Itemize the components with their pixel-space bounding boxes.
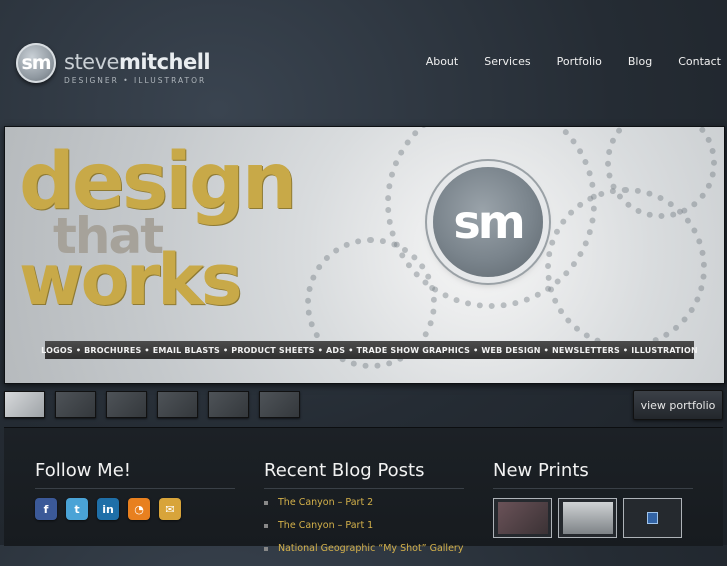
print-thumbnail[interactable]	[623, 498, 682, 538]
services-strip: LOGOS • BROCHURES • EMAIL BLASTS • PRODU…	[41, 341, 698, 359]
slider-thumb-4[interactable]	[157, 391, 198, 418]
facebook-icon[interactable]: f	[35, 498, 57, 520]
print-thumbnail[interactable]	[493, 498, 552, 538]
print-image	[497, 502, 548, 534]
slider-thumbnails	[4, 391, 310, 418]
bullet-icon	[264, 546, 268, 551]
hero-word-works: works	[19, 239, 242, 321]
logo-name[interactable]: stevemitchell	[64, 50, 211, 74]
footer-widgets: Follow Me! f t in ◔ ✉ Recent Blog Posts …	[4, 427, 723, 554]
hero-banner[interactable]: design that works sm LOGOS • BROCHURES •…	[4, 126, 725, 384]
post-link[interactable]: The Canyon – Part 1	[278, 520, 373, 531]
logo-tagline: DESIGNER • ILLUSTRATOR	[64, 76, 207, 85]
print-image	[562, 502, 613, 534]
prints-section: New Prints	[493, 460, 693, 538]
follow-section: Follow Me! f t in ◔ ✉	[35, 460, 235, 520]
social-icons: f t in ◔ ✉	[35, 498, 235, 520]
slider-thumb-2[interactable]	[55, 391, 96, 418]
blog-title: Recent Blog Posts	[264, 460, 464, 489]
prints-gallery	[493, 498, 693, 538]
logo-name-bold: mitchell	[118, 50, 211, 74]
slider-thumb-6[interactable]	[259, 391, 300, 418]
main-nav: About Services Portfolio Blog Contact	[400, 55, 721, 68]
prints-title: New Prints	[493, 460, 693, 489]
nav-portfolio[interactable]: Portfolio	[557, 55, 602, 68]
image-placeholder-icon	[647, 512, 658, 524]
follow-title: Follow Me!	[35, 460, 235, 489]
logo-mark[interactable]: sm	[16, 43, 56, 83]
blog-post-list: The Canyon – Part 2 The Canyon – Part 1 …	[264, 497, 464, 554]
logo-name-light: steve	[64, 50, 119, 74]
post-link[interactable]: The Canyon – Part 2	[278, 497, 373, 508]
linkedin-icon[interactable]: in	[97, 498, 119, 520]
twitter-icon[interactable]: t	[66, 498, 88, 520]
rss-icon[interactable]: ◔	[128, 498, 150, 520]
email-icon[interactable]: ✉	[159, 498, 181, 520]
nav-blog[interactable]: Blog	[628, 55, 652, 68]
hero-logo-badge: sm	[433, 167, 543, 277]
list-item[interactable]: The Canyon – Part 2	[264, 497, 464, 508]
bullet-icon	[264, 500, 268, 505]
nav-services[interactable]: Services	[484, 55, 530, 68]
slider-thumb-3[interactable]	[106, 391, 147, 418]
slider-thumb-5[interactable]	[208, 391, 249, 418]
print-thumbnail[interactable]	[558, 498, 617, 538]
list-item[interactable]: The Canyon – Part 1	[264, 520, 464, 531]
slider-thumb-1[interactable]	[4, 391, 45, 418]
blog-section: Recent Blog Posts The Canyon – Part 2 Th…	[264, 460, 464, 566]
view-portfolio-button[interactable]: view portfolio	[633, 390, 723, 420]
bullet-icon	[264, 523, 268, 528]
nav-contact[interactable]: Contact	[678, 55, 721, 68]
nav-about[interactable]: About	[426, 55, 459, 68]
